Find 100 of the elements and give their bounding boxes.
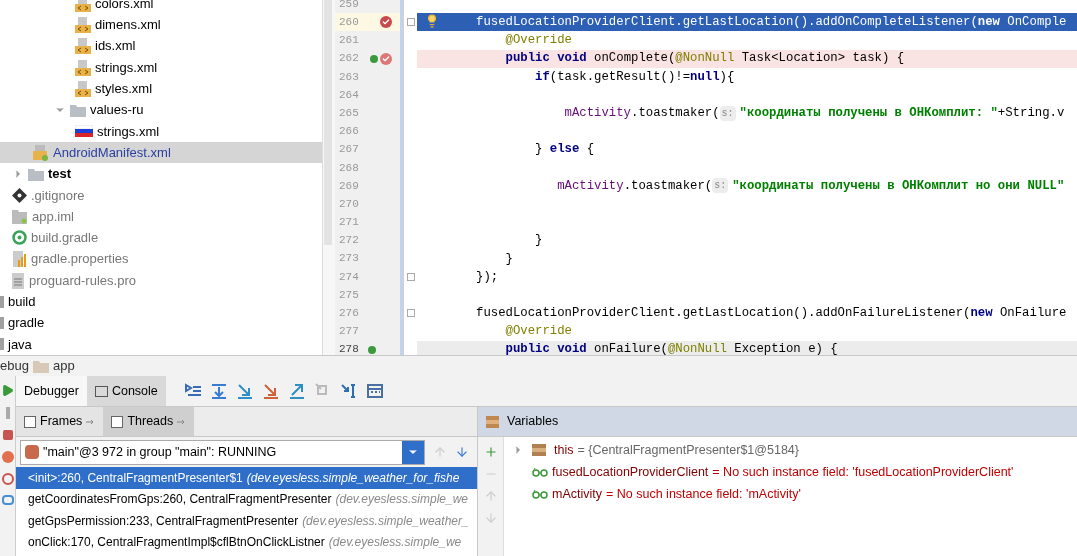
stack-frame[interactable]: onClick:170, CentralFragmentImpl$cflBtnOnClickListner (dev.eyesless.simple_we: [16, 531, 477, 553]
folder-icon: [0, 317, 4, 330]
line-number: 277: [339, 324, 359, 340]
line-number: 261: [339, 33, 359, 49]
line-number: 260: [339, 15, 359, 31]
code-line: mActivity.toastmaker( s: "координаты получены в ОНКомплит но они NULL": [557, 177, 1065, 196]
folder-icon: [0, 295, 4, 308]
console-icon: [94, 385, 108, 397]
panel-title: Variables: [507, 413, 559, 431]
file-name: test: [48, 165, 72, 184]
line-number: 264: [339, 87, 359, 103]
tree-item[interactable]: strings.xml: [0, 120, 322, 143]
panel-title: ebug: [0, 357, 29, 376]
camera-icon[interactable]: [1, 495, 14, 505]
frames-icon: [24, 415, 36, 428]
tree-item[interactable]: values-ru: [0, 99, 322, 121]
glasses-icon: [532, 489, 548, 499]
error-message: = No such instance field: 'fusedLocationProviderClient': [712, 463, 1014, 481]
scrollbar-thumb[interactable]: [324, 0, 332, 245]
line-number: 271: [339, 215, 359, 231]
line-number: 275: [339, 287, 359, 303]
variable-name: mActivity: [552, 485, 602, 503]
code-line: fusedLocationProviderClient.getLastLocation().addOnCompleteListener(new OnComple: [476, 14, 1067, 32]
field-icon: [532, 444, 546, 456]
file-name: proguard-rules.pro: [29, 271, 136, 290]
code-line: @Override: [505, 32, 572, 50]
variable-name: fusedLocationProviderClient: [552, 463, 709, 481]
line-number: 266: [339, 124, 359, 140]
pause-icon[interactable]: [5, 407, 10, 419]
line-number: 265: [339, 105, 359, 121]
tree-item[interactable]: dimens.xml: [0, 14, 322, 36]
panel-tab[interactable]: Frames: [16, 407, 104, 436]
module-file-icon: [12, 209, 28, 224]
panel-tab[interactable]: Debugger: [16, 376, 87, 406]
gradle-icon: [12, 230, 27, 246]
variables-icon: [486, 415, 499, 428]
stop-icon[interactable]: [1, 429, 14, 441]
breakpoints-icon[interactable]: [1, 451, 14, 463]
variable-value: = {CentralFragmentPresenter$1@5184}: [577, 441, 799, 459]
tree-item[interactable]: test: [0, 163, 322, 185]
line-number: 268: [339, 160, 359, 176]
line-number: 267: [339, 142, 359, 158]
stack-frame[interactable]: <init>:260, CentralFragmentPresenter$1 (dev.eyesless.simple_weather_for_fishe: [16, 467, 477, 489]
fold-icon[interactable]: [406, 18, 415, 27]
panel-tab[interactable]: Console: [86, 376, 166, 406]
line-number: 276: [339, 306, 359, 322]
manifest-file-icon: [33, 144, 49, 161]
line-number: 273: [339, 251, 359, 267]
folder-icon: [28, 167, 44, 181]
properties-file-icon: [12, 251, 27, 268]
line-number: 259: [339, 0, 359, 12]
fold-icon[interactable]: [406, 309, 415, 318]
stack-frame[interactable]: getCoordinatesFromGps:260, CentralFragmentPresenter (dev.eyesless.simple_we: [16, 488, 477, 510]
stack-frame[interactable]: getGpsPermission:233, CentralFragmentPresenter (dev.eyesless.simple_weather_: [16, 510, 477, 532]
file-name: java: [8, 335, 32, 354]
fold-icon[interactable]: [406, 272, 415, 281]
add-watch-icon[interactable]: [483, 445, 498, 459]
tree-item[interactable]: build.gradle: [0, 227, 322, 249]
resume-icon[interactable]: [1, 384, 14, 397]
folder-icon: [0, 338, 4, 351]
xml-file-icon: [75, 38, 91, 55]
glasses-icon: [532, 467, 548, 477]
tree-item[interactable]: .gitignore: [0, 184, 322, 206]
text-file-icon: [12, 272, 25, 289]
code-line: fusedLocationProviderClient.getLastLocation().addOnFailureListener(new OnFailure: [476, 305, 1067, 323]
file-name: AndroidManifest.xml: [53, 143, 171, 162]
tree-item[interactable]: styles.xml: [0, 78, 322, 100]
tree-item[interactable]: proguard-rules.pro: [0, 269, 322, 292]
line-number: 270: [339, 196, 359, 212]
code-line: } else {: [535, 141, 595, 159]
tree-item[interactable]: build: [0, 291, 322, 313]
tree-item[interactable]: app.iml: [0, 205, 322, 228]
file-name: strings.xml: [97, 122, 160, 141]
override-icon[interactable]: [368, 345, 376, 354]
file-name: build.gradle: [31, 229, 99, 248]
thread-dropdown[interactable]: "main"@3 972 in group "main": RUNNING: [20, 439, 425, 465]
pin-arrow-icon: [177, 418, 187, 425]
file-name: build: [8, 293, 36, 312]
tree-item[interactable]: AndroidManifest.xml: [0, 142, 322, 164]
file-name: ids.xml: [95, 37, 136, 56]
arrow-down-icon[interactable]: [455, 445, 469, 459]
override-breakpoint-icon[interactable]: [370, 52, 392, 65]
tree-item[interactable]: ids.xml: [0, 35, 322, 57]
xml-file-icon: [75, 80, 91, 97]
file-name: strings.xml: [95, 58, 158, 77]
line-number: 272: [339, 233, 359, 249]
file-name: .gitignore: [31, 186, 85, 205]
mute-breakpoints-icon[interactable]: [1, 473, 14, 485]
xml-file-icon: [75, 59, 91, 76]
file-name: gradle.properties: [31, 250, 129, 269]
tree-item[interactable]: java: [0, 333, 322, 355]
breakpoint-icon[interactable]: [380, 16, 392, 29]
lightbulb-icon[interactable]: [425, 14, 439, 29]
panel-tab[interactable]: Threads: [103, 407, 195, 436]
threads-icon: [111, 415, 124, 428]
line-number: 262: [339, 51, 359, 67]
pin-arrow-icon: [86, 418, 96, 425]
tree-item[interactable]: gradle: [0, 312, 322, 334]
tree-item[interactable]: strings.xml: [0, 56, 322, 79]
tree-item[interactable]: gradle.properties: [0, 248, 322, 270]
